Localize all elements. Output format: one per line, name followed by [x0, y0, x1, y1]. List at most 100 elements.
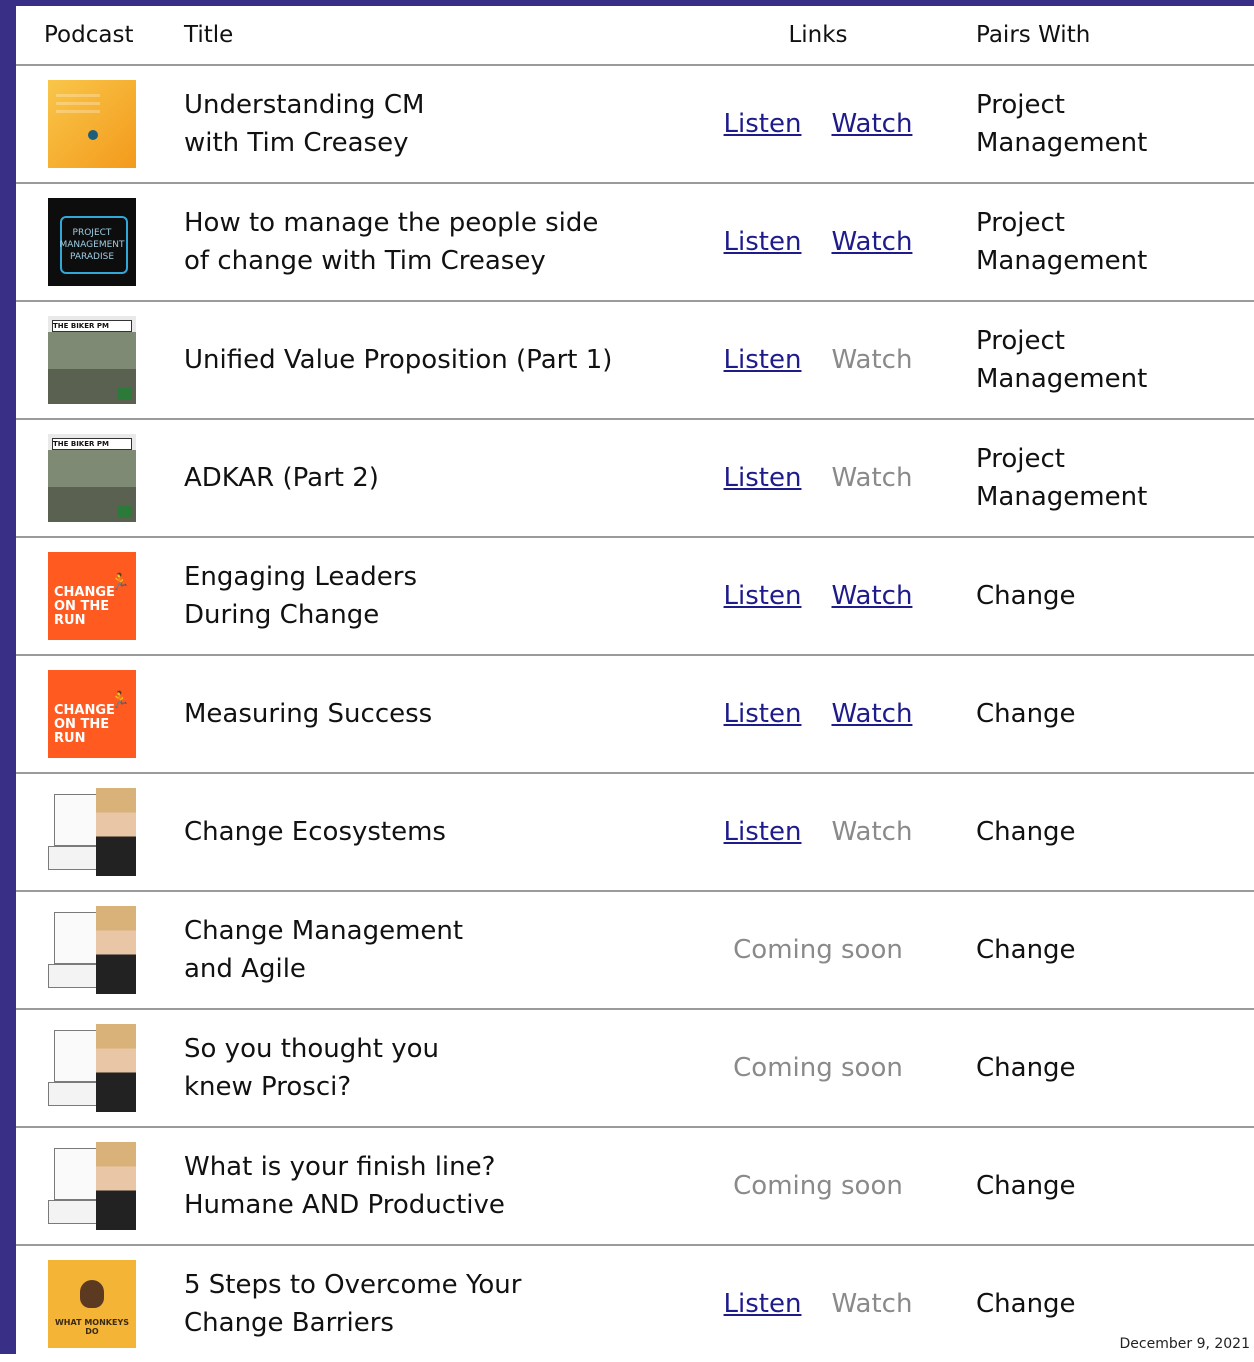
cover-logo-text: CHANGE ON THE RUN: [54, 704, 136, 746]
podcast-cell: THE BIKER PM: [16, 316, 168, 404]
pairs-with-line: Project: [976, 90, 1065, 120]
pairs-with-cell: Project Management: [958, 204, 1254, 280]
listen-link[interactable]: Listen: [724, 1289, 802, 1319]
cover-logo-text: WHAT MONKEYS DO: [54, 1318, 129, 1336]
cover-text-line: [56, 94, 100, 97]
watch-link: Watch: [831, 1289, 913, 1319]
pairs-with-line: Management: [976, 246, 1148, 276]
episode-title-line: of change with Tim Creasey: [184, 246, 546, 276]
episode-title: Change Ecosystems: [168, 813, 678, 851]
podcast-cover-change-podcast-host: [48, 906, 136, 994]
episode-title-line: Humane AND Productive: [184, 1190, 505, 1220]
header-links: Links: [788, 22, 848, 48]
coming-soon-label: Coming soon: [733, 1171, 903, 1201]
cover-logo-text: PROJECT: [72, 228, 112, 238]
listen-link[interactable]: Listen: [724, 817, 802, 847]
episode-title: How to manage the people side of change w…: [168, 204, 678, 280]
coming-soon-label: Coming soon: [733, 935, 903, 965]
cover-card: [54, 794, 102, 846]
links-cell: Listen Watch: [678, 227, 958, 257]
cover-badge: [118, 388, 132, 400]
podcast-cell: PROJECT MANAGEMENT PARADISE: [16, 198, 168, 286]
watch-link: Watch: [831, 463, 913, 493]
podcast-cover-the-biker-pm: THE BIKER PM: [48, 434, 136, 522]
listen-link[interactable]: Listen: [724, 345, 802, 375]
episode-title-line: So you thought you: [184, 1034, 439, 1064]
cover-badge: [118, 506, 132, 518]
podcast-cell: [16, 1142, 168, 1230]
episode-title-line: ADKAR (Part 2): [184, 463, 379, 493]
listen-link[interactable]: Listen: [724, 463, 802, 493]
cover-card: [54, 1030, 102, 1082]
cover-logo-text: PARADISE: [69, 252, 115, 262]
pairs-with-cell: Change: [958, 1049, 1254, 1087]
table-row: Change Ecosystems Listen Watch Change: [16, 774, 1254, 892]
episode-title: ADKAR (Part 2): [168, 459, 678, 497]
podcast-cell: [16, 1024, 168, 1112]
play-controls-icon: [88, 130, 98, 140]
pairs-with-line: Change: [976, 699, 1076, 729]
podcast-cover-change-on-the-run: CHANGE ON THE RUN 🏃: [48, 552, 136, 640]
episode-title: So you thought you knew Prosci?: [168, 1030, 678, 1106]
podcast-cell: THE BIKER PM: [16, 434, 168, 522]
episode-title-line: Understanding CM: [184, 90, 425, 120]
cover-card: [54, 912, 102, 964]
pairs-with-cell: Change: [958, 813, 1254, 851]
podcast-cell: [16, 788, 168, 876]
listen-link[interactable]: Listen: [724, 227, 802, 257]
pairs-with-line: Management: [976, 364, 1148, 394]
slide-date: December 9, 2021: [1119, 1336, 1250, 1352]
header-pairs-with: Pairs With: [976, 22, 1091, 48]
pairs-with-cell: Project Management: [958, 440, 1254, 516]
podcast-table: Podcast Title Links Pairs With Understan…: [16, 6, 1254, 1362]
cover-logo-text: MANAGEMENT: [59, 240, 125, 250]
header-podcast: Podcast: [44, 22, 134, 48]
links-cell: Listen Watch: [678, 109, 958, 139]
podcast-cell: [16, 80, 168, 168]
watch-link[interactable]: Watch: [831, 109, 912, 139]
watch-link[interactable]: Watch: [831, 699, 912, 729]
episode-title-line: How to manage the people side: [184, 208, 599, 238]
episode-title: Change Management and Agile: [168, 912, 678, 988]
podcast-cover-project-management-paradise: PROJECT MANAGEMENT PARADISE: [48, 198, 136, 286]
podcast-cover-change-podcast-host: [48, 1142, 136, 1230]
listen-link[interactable]: Listen: [724, 699, 802, 729]
pairs-with-line: Management: [976, 128, 1148, 158]
links-cell: Listen Watch: [678, 1289, 958, 1319]
podcast-cover-change-podcast-host: [48, 1024, 136, 1112]
pairs-with-line: Change: [976, 935, 1076, 965]
pairs-with-cell: Change: [958, 1167, 1254, 1205]
header-title: Title: [184, 22, 234, 48]
links-cell: Coming soon: [678, 1053, 958, 1083]
podcast-cover-change-podcast-host: [48, 788, 136, 876]
slide-left-border: [0, 0, 16, 1354]
table-row: CHANGE ON THE RUN 🏃 Measuring Success Listen…: [16, 656, 1254, 774]
links-cell: Coming soon: [678, 1171, 958, 1201]
cover-logo-banner: THE BIKER PM: [52, 438, 132, 450]
cover-logo-line: ON THE RUN: [54, 717, 110, 746]
listen-link[interactable]: Listen: [724, 581, 802, 611]
watch-link[interactable]: Watch: [831, 227, 912, 257]
pairs-with-line: Project: [976, 208, 1065, 238]
host-photo: [96, 1142, 136, 1230]
podcast-cover-the-biker-pm: THE BIKER PM: [48, 316, 136, 404]
episode-title-line: Change Barriers: [184, 1308, 394, 1338]
cover-logo-text: CHANGE ON THE RUN: [54, 586, 136, 628]
table-row: THE BIKER PM ADKAR (Part 2) Listen Watch Pro…: [16, 420, 1254, 538]
cover-caption-card: [48, 1082, 100, 1106]
pairs-with-line: Change: [976, 581, 1076, 611]
episode-title-line: knew Prosci?: [184, 1072, 352, 1102]
pairs-with-cell: Change: [958, 931, 1254, 969]
podcast-cell: CHANGE ON THE RUN 🏃: [16, 552, 168, 640]
podcast-cell: CHANGE ON THE RUN 🏃: [16, 670, 168, 758]
podcast-cover-change-on-the-run: CHANGE ON THE RUN 🏃: [48, 670, 136, 758]
cover-caption-card: [48, 846, 100, 870]
episode-title-line: What is your finish line?: [184, 1152, 496, 1182]
podcast-cell: [16, 906, 168, 994]
watch-link[interactable]: Watch: [831, 581, 912, 611]
episode-title: Engaging Leaders During Change: [168, 558, 678, 634]
links-cell: Listen Watch: [678, 817, 958, 847]
episode-title-line: 5 Steps to Overcome Your: [184, 1270, 522, 1300]
listen-link[interactable]: Listen: [724, 109, 802, 139]
pairs-with-line: Change: [976, 1289, 1076, 1319]
